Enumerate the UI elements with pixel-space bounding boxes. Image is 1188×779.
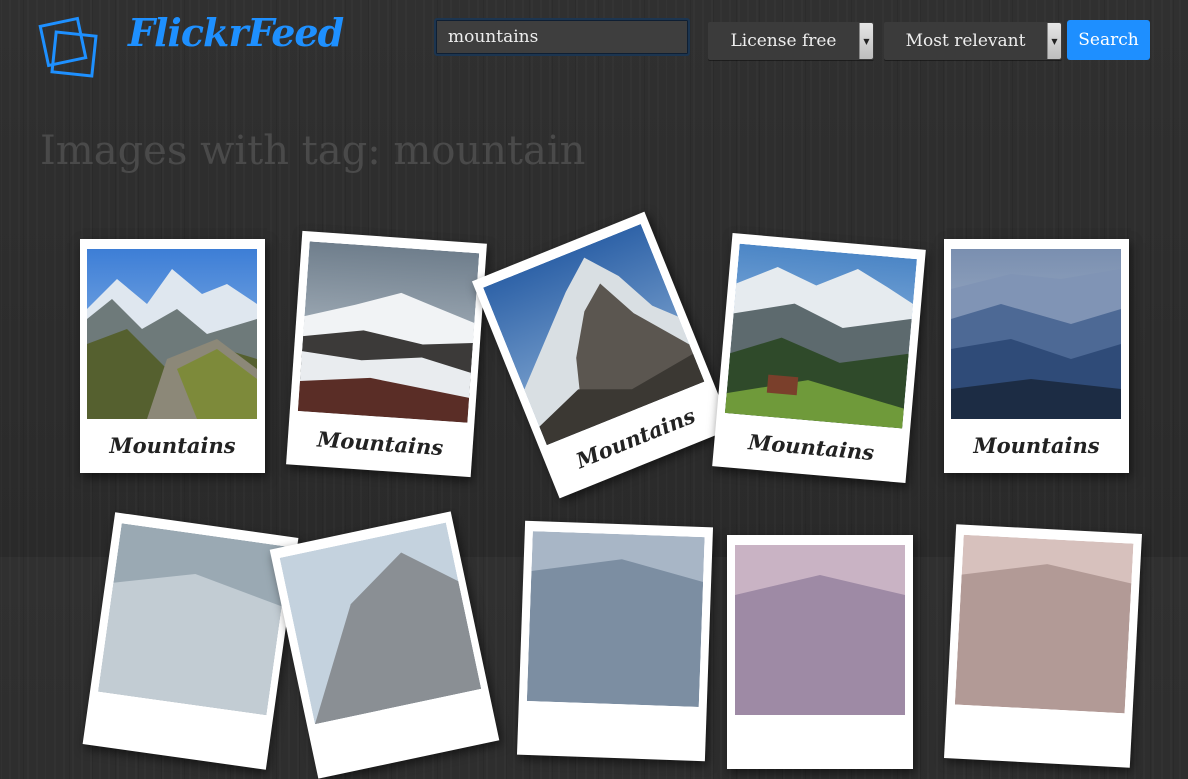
chevron-down-icon[interactable]: ▼: [859, 23, 873, 59]
photo-caption: Mountains: [747, 429, 876, 466]
photo-card[interactable]: Mountains: [944, 239, 1129, 473]
photo-image: [279, 522, 482, 725]
photo-card[interactable]: Mountains: [712, 232, 926, 484]
sort-select-value: Most relevant: [905, 31, 1026, 51]
photo-card[interactable]: [82, 512, 299, 770]
photo-image: [297, 241, 480, 423]
photo-caption: Mountains: [316, 426, 445, 461]
license-select-value: License free: [730, 31, 837, 51]
photo-card[interactable]: Mountains: [286, 230, 487, 478]
photo-card[interactable]: [269, 511, 500, 779]
photo-image: [87, 249, 257, 419]
photo-image: [735, 545, 905, 715]
page-title: Images with tag: mountain: [40, 128, 586, 174]
photo-caption: Mountains: [973, 433, 1100, 458]
photo-image: [951, 249, 1121, 419]
photo-image: [526, 531, 705, 707]
photo-card[interactable]: Mountains: [80, 239, 265, 473]
license-select[interactable]: License free ▼: [708, 22, 874, 60]
app-title[interactable]: FlickrFeed: [128, 10, 344, 55]
search-button[interactable]: Search: [1067, 20, 1150, 60]
photo-image: [98, 523, 291, 716]
sort-select[interactable]: Most relevant ▼: [884, 22, 1062, 60]
photo-caption: Mountains: [109, 433, 236, 458]
photo-card[interactable]: [727, 535, 913, 769]
photo-image: [724, 243, 917, 429]
chevron-down-icon[interactable]: ▼: [1047, 23, 1061, 59]
photo-card[interactable]: [944, 524, 1142, 768]
logo-icon: [38, 14, 102, 80]
photo-image: [954, 534, 1134, 714]
photo-card[interactable]: Mountains: [471, 211, 733, 499]
search-input[interactable]: [434, 18, 690, 56]
